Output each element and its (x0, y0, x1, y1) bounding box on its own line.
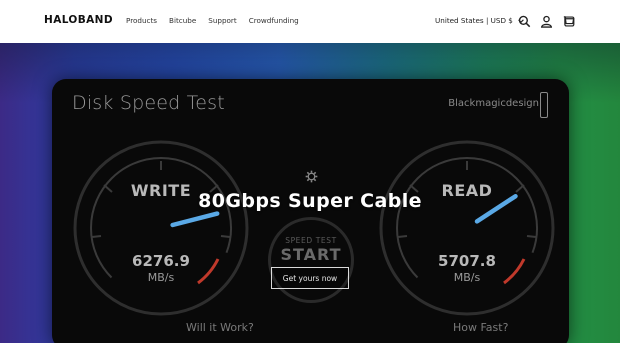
start-caption: SPEED TEST (285, 236, 337, 245)
read-gauge-dial (379, 140, 555, 316)
read-value: 5707.8 (438, 252, 496, 270)
region-selector[interactable]: United States | USD $ (435, 16, 525, 25)
start-label: START (280, 245, 342, 264)
main-nav: Products Bitcube Support Crowdfunding (126, 16, 299, 25)
read-gauge: READ 5707.8 MB/s (376, 137, 558, 319)
hero-title: 80Gbps Super Cable (198, 190, 422, 212)
write-needle (170, 211, 220, 228)
panel-brand: Blackmagicdesign (448, 98, 539, 109)
brand-mark-icon (540, 92, 548, 118)
will-it-work-label: Will it Work? (186, 321, 254, 334)
how-fast-label: How Fast? (453, 321, 509, 334)
nav-item-products[interactable]: Products (126, 16, 157, 25)
nav-item-crowdfunding[interactable]: Crowdfunding (249, 16, 299, 25)
cart-icon[interactable] (561, 14, 575, 28)
write-value: 6276.9 (132, 252, 190, 270)
get-yours-now-button[interactable]: Get yours now (271, 267, 349, 289)
write-gauge: WRITE 6276.9 MB/s (70, 137, 252, 319)
write-gauge-dial (73, 140, 249, 316)
nav-item-bitcube[interactable]: Bitcube (169, 16, 196, 25)
site-header: HALOBAND Products Bitcube Support Crowdf… (0, 0, 620, 43)
search-icon[interactable] (517, 14, 531, 28)
region-label: United States | USD $ (435, 16, 513, 25)
write-unit: MB/s (147, 271, 175, 284)
read-unit: MB/s (453, 271, 481, 284)
brand-logo[interactable]: HALOBAND (44, 14, 113, 26)
panel-title: Disk Speed Test (72, 92, 225, 114)
gear-icon[interactable] (305, 170, 318, 183)
account-icon[interactable] (539, 14, 553, 28)
nav-item-support[interactable]: Support (208, 16, 236, 25)
hero-banner: Disk Speed Test Blackmagicdesign WRITE 6… (0, 43, 620, 343)
